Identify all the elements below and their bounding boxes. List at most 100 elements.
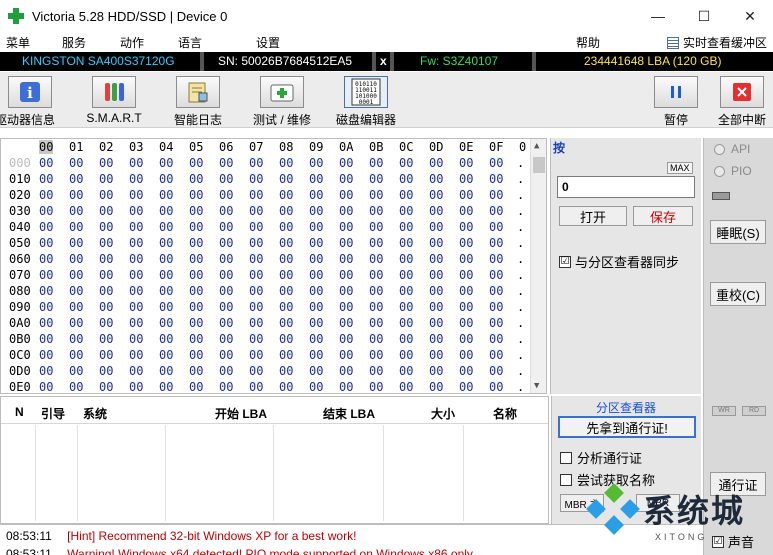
hex-byte[interactable]: 00 xyxy=(99,236,113,250)
hex-byte[interactable]: 00 xyxy=(399,204,413,218)
hex-byte[interactable]: 00 xyxy=(429,204,443,218)
hex-byte[interactable]: 00 xyxy=(129,380,143,393)
device-close-button[interactable]: x xyxy=(380,54,387,68)
hex-byte[interactable]: 00 xyxy=(159,332,173,346)
hex-byte[interactable]: 00 xyxy=(189,204,203,218)
hex-byte[interactable]: 00 xyxy=(129,204,143,218)
hex-byte[interactable]: 00 xyxy=(459,300,473,314)
hex-byte[interactable]: 00 xyxy=(189,316,203,330)
hex-byte[interactable]: 00 xyxy=(189,172,203,186)
menu-settings[interactable]: 设置 xyxy=(256,34,280,51)
hex-byte[interactable]: 00 xyxy=(459,220,473,234)
hex-byte[interactable]: 00 xyxy=(459,268,473,282)
hex-byte[interactable]: 00 xyxy=(279,300,293,314)
hex-byte[interactable]: 00 xyxy=(309,380,323,393)
hex-byte[interactable]: 00 xyxy=(309,268,323,282)
hex-byte[interactable]: 00 xyxy=(339,172,353,186)
hex-byte[interactable]: 00 xyxy=(159,188,173,202)
hex-byte[interactable]: 00 xyxy=(159,380,173,393)
hex-byte[interactable]: 00 xyxy=(189,380,203,393)
hex-byte[interactable]: 00 xyxy=(429,364,443,378)
hex-byte[interactable]: 00 xyxy=(99,252,113,266)
hex-byte[interactable]: 00 xyxy=(369,316,383,330)
hex-editor[interactable]: 00 01 02 03 04 05 06 07 08 09 0A 0B 0C 0D 0E 0F 0 000 00 00… xyxy=(0,138,547,394)
hex-byte[interactable]: 00 xyxy=(189,252,203,266)
hex-byte[interactable]: 00 xyxy=(39,236,53,250)
hex-byte[interactable]: 00 xyxy=(249,284,263,298)
hex-byte[interactable]: 00 xyxy=(399,380,413,393)
hex-byte[interactable]: 00 xyxy=(39,348,53,362)
hex-byte[interactable]: 00 xyxy=(69,300,83,314)
hex-byte[interactable]: 00 xyxy=(429,268,443,282)
hex-byte[interactable]: 00 xyxy=(219,188,233,202)
hex-byte[interactable]: 00 xyxy=(369,300,383,314)
hex-byte[interactable]: 00 xyxy=(309,156,323,170)
hex-byte[interactable]: 00 xyxy=(99,300,113,314)
hex-byte[interactable]: 00 xyxy=(429,380,443,393)
hex-byte[interactable]: 00 xyxy=(159,252,173,266)
api-radio-row[interactable]: API xyxy=(714,142,750,156)
hex-byte[interactable]: 00 xyxy=(339,220,353,234)
hex-byte[interactable]: 00 xyxy=(399,188,413,202)
hex-byte[interactable]: 00 xyxy=(339,204,353,218)
hex-byte[interactable]: 00 xyxy=(39,188,53,202)
hex-byte[interactable]: 00 xyxy=(39,284,53,298)
hex-byte[interactable]: 00 xyxy=(159,156,173,170)
hex-byte[interactable]: 00 xyxy=(399,220,413,234)
hex-byte[interactable]: 00 xyxy=(399,284,413,298)
hex-byte[interactable]: 00 xyxy=(429,252,443,266)
menu-service[interactable]: 服务 xyxy=(62,34,86,51)
drive-info-button[interactable]: i 驱动器信息 xyxy=(0,76,55,128)
hex-byte[interactable]: 00 xyxy=(249,268,263,282)
hex-byte[interactable]: 00 xyxy=(369,220,383,234)
hex-byte[interactable]: 00 xyxy=(489,364,503,378)
hex-byte[interactable]: 00 xyxy=(279,332,293,346)
hex-byte[interactable]: 00 xyxy=(99,204,113,218)
hex-byte[interactable]: 00 xyxy=(339,348,353,362)
pause-button[interactable]: 暂停 xyxy=(654,76,698,128)
hex-byte[interactable]: 00 xyxy=(39,268,53,282)
hex-byte[interactable]: 00 xyxy=(459,156,473,170)
max-button[interactable]: MAX xyxy=(667,162,693,174)
hex-byte[interactable]: 00 xyxy=(69,316,83,330)
hex-byte[interactable]: 00 xyxy=(39,172,53,186)
hex-byte[interactable]: 00 xyxy=(99,364,113,378)
hex-byte[interactable]: 00 xyxy=(99,268,113,282)
hex-byte[interactable]: 00 xyxy=(339,316,353,330)
hex-byte[interactable]: 00 xyxy=(459,188,473,202)
hex-byte[interactable]: 00 xyxy=(69,380,83,393)
hex-byte[interactable]: 00 xyxy=(399,364,413,378)
hex-byte[interactable]: 00 xyxy=(279,220,293,234)
hex-byte[interactable]: 00 xyxy=(249,236,263,250)
hex-byte[interactable]: 00 xyxy=(429,188,443,202)
hex-byte[interactable]: 00 xyxy=(219,268,233,282)
hex-byte[interactable]: 00 xyxy=(339,188,353,202)
hex-byte[interactable]: 00 xyxy=(189,236,203,250)
hex-byte[interactable]: 00 xyxy=(249,332,263,346)
hex-byte[interactable]: 00 xyxy=(219,316,233,330)
hex-byte[interactable]: 00 xyxy=(369,332,383,346)
hex-byte[interactable]: 00 xyxy=(279,380,293,393)
hex-byte[interactable]: 00 xyxy=(129,316,143,330)
hex-byte[interactable]: 00 xyxy=(309,204,323,218)
hex-byte[interactable]: 00 xyxy=(219,156,233,170)
hex-byte[interactable]: 00 xyxy=(189,300,203,314)
recalibrate-button[interactable]: 重校(C) xyxy=(710,282,766,306)
hex-byte[interactable]: 00 xyxy=(99,348,113,362)
hex-byte[interactable]: 00 xyxy=(99,156,113,170)
hex-byte[interactable]: 00 xyxy=(99,380,113,393)
hex-byte[interactable]: 00 xyxy=(39,380,53,393)
hex-byte[interactable]: 00 xyxy=(159,300,173,314)
hex-byte[interactable]: 00 xyxy=(249,220,263,234)
hex-byte[interactable]: 00 xyxy=(339,380,353,393)
hex-byte[interactable]: 00 xyxy=(189,364,203,378)
maximize-button[interactable]: ☐ xyxy=(681,0,727,32)
hex-byte[interactable]: 00 xyxy=(129,236,143,250)
hex-byte[interactable]: 00 xyxy=(489,236,503,250)
hex-byte[interactable]: 00 xyxy=(69,268,83,282)
hex-byte[interactable]: 00 xyxy=(339,332,353,346)
hex-byte[interactable]: 00 xyxy=(219,204,233,218)
hex-byte[interactable]: 00 xyxy=(489,300,503,314)
test-repair-button[interactable]: 测试 / 维修 xyxy=(253,76,311,128)
hex-byte[interactable]: 00 xyxy=(99,172,113,186)
